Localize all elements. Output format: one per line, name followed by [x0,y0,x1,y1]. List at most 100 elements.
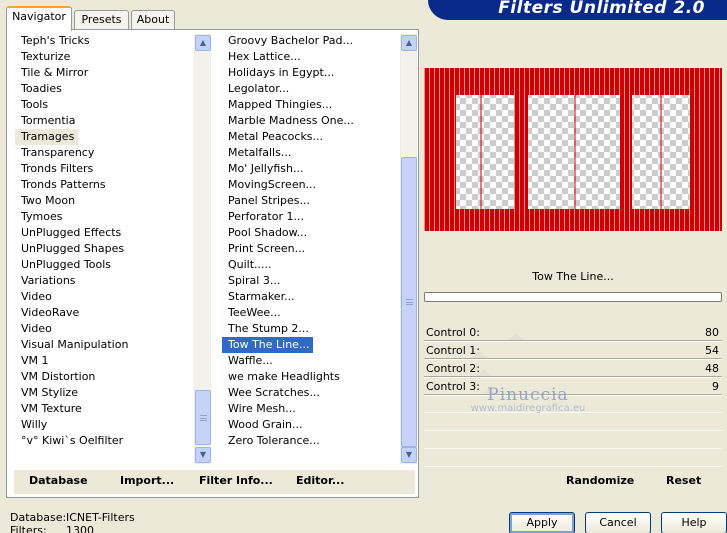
control-slider-1[interactable]: Control 1: 54 [424,342,722,360]
filter-list-item[interactable]: Tow The Line... [222,336,315,354]
filter-list-item[interactable]: Groovy Bachelor Pad... [222,33,417,49]
preview-stripe-line [694,68,695,231]
randomize-button[interactable]: Randomize [566,474,634,487]
preview-stripe-line [719,68,720,231]
category-list-item[interactable]: VM Texture [15,401,210,417]
filter-list-item[interactable]: Metalfalls... [222,145,417,161]
database-button[interactable]: Database [29,474,88,487]
filter-list-item[interactable]: TeeWee... [222,305,417,321]
category-list-item[interactable]: Tormentia [15,113,210,129]
category-list-item[interactable]: Transparency [15,145,210,161]
filter-scrollbar[interactable]: ▲ ▼ [400,34,417,464]
control-value: 80 [705,326,719,339]
apply-button[interactable]: Apply [509,512,575,533]
filter-list-item[interactable]: Mo' Jellyfish... [222,161,417,177]
category-list-item[interactable]: Tronds Filters [15,161,210,177]
filter-list-item[interactable]: Starmaker... [222,289,417,305]
filter-list-item[interactable]: Perforator 1... [222,209,417,225]
category-list[interactable]: Teph's Tricks Texturize Tile & Mirror Toadi… [15,33,210,469]
preview-divider [480,95,482,209]
grip-icon [200,414,207,421]
category-list-item[interactable]: UnPlugged Tools [15,257,210,273]
filter-list-item[interactable]: Wee Scratches... [222,385,417,401]
control-slider-0[interactable]: Control 0: 80 [424,324,722,342]
filter-list-item[interactable]: The Stump 2... [222,321,417,337]
filter-list-item[interactable]: Zero Tolerance... [222,433,417,449]
tab-about[interactable]: About [131,10,175,30]
filter-list-item[interactable]: Mapped Thingies... [222,97,417,113]
filter-list-item[interactable]: Holidays in Egypt... [222,65,417,81]
reset-button[interactable]: Reset [666,474,701,487]
category-list-item[interactable]: Texturize [15,49,210,65]
category-scrollbar[interactable]: ▲ ▼ [194,34,211,464]
scroll-up-icon[interactable]: ▲ [401,35,417,51]
category-list-item[interactable]: Tymoes [15,209,210,225]
category-list-item[interactable]: Video [15,321,210,337]
preview-stripe-line [449,68,450,231]
control-label: Control 0: [426,326,480,339]
editor-button[interactable]: Editor... [296,474,344,487]
category-list-item[interactable]: Toadies [15,81,210,97]
filter-list[interactable]: Groovy Bachelor Pad... Hex Lattice... Holi… [222,33,417,469]
preview-transparent-panel [456,95,514,209]
category-list-item[interactable]: Tools [15,97,210,113]
category-list-item[interactable]: Tramages [15,129,79,145]
filter-list-item[interactable]: Wood Grain... [222,417,417,433]
empty-control-row [424,414,722,431]
scroll-thumb[interactable] [195,390,211,445]
category-list-item[interactable]: °v° Kiwi`s Oelfilter [15,433,210,449]
slider-thumb-icon[interactable] [472,351,488,358]
category-list-item[interactable]: VM Distortion [15,369,210,385]
filter-list-item[interactable]: we make Headlights [222,369,417,385]
tab-presets[interactable]: Presets [74,10,129,30]
category-list-item[interactable]: Tronds Patterns [15,177,210,193]
category-list-item[interactable]: Video [15,289,210,305]
progress-bar [424,292,722,302]
filter-list-item[interactable]: Wire Mesh... [222,401,417,417]
filter-list-item[interactable]: Panel Stripes... [222,193,417,209]
category-list-item[interactable]: VideoRave [15,305,210,321]
filter-list-item[interactable]: Spiral 3... [222,273,417,289]
control-value: 9 [712,380,719,393]
filter-list-item[interactable]: Metal Peacocks... [222,129,417,145]
scroll-down-icon[interactable]: ▼ [401,447,417,463]
scroll-down-icon[interactable]: ▼ [195,447,211,463]
category-list-item[interactable]: Teph's Tricks [15,33,210,49]
filter-list-item[interactable]: Waffle... [222,353,417,369]
filter-list-item[interactable]: Quilt..... [222,257,417,273]
filter-list-item[interactable]: Legolator... [222,81,417,97]
category-list-item[interactable]: Variations [15,273,210,289]
category-list-item[interactable]: UnPlugged Shapes [15,241,210,257]
preview-stripe-line [714,68,715,231]
control-label: Control 2: [426,362,480,375]
slider-thumb-icon[interactable] [508,333,524,340]
category-list-item[interactable]: Two Moon [15,193,210,209]
scroll-up-icon[interactable]: ▲ [195,35,211,51]
filter-info-button[interactable]: Filter Info... [199,474,273,487]
category-list-item[interactable]: VM 1 [15,353,210,369]
slider-thumb-icon[interactable] [476,369,492,376]
scroll-thumb[interactable] [401,157,417,447]
database-label: Database: [10,511,67,524]
cancel-button[interactable]: Cancel [585,512,651,533]
tab-navigator[interactable]: Navigator [6,6,72,31]
import-button[interactable]: Import... [120,474,174,487]
category-list-item[interactable]: UnPlugged Effects [15,225,210,241]
category-list-item[interactable]: Willy [15,417,210,433]
category-list-item[interactable]: Tile & Mirror [15,65,210,81]
preview-stripe-line [709,68,710,231]
preview-divider [574,95,576,209]
preview-image [424,68,722,231]
category-list-item[interactable]: Visual Manipulation [15,337,210,353]
control-value: 54 [705,344,719,357]
filter-list-item[interactable]: Print Screen... [222,241,417,257]
filter-title: Tow The Line... [532,270,614,283]
filter-list-item[interactable]: Hex Lattice... [222,49,417,65]
control-slider-2[interactable]: Control 2: 48 [424,360,722,378]
category-list-item[interactable]: VM Stylize [15,385,210,401]
help-button[interactable]: Help [661,512,727,533]
filter-list-item[interactable]: Marble Madness One... [222,113,417,129]
navigator-panel: Teph's Tricks Texturize Tile & Mirror Toadi… [6,29,419,498]
filter-list-item[interactable]: Pool Shadow... [222,225,417,241]
filter-list-item[interactable]: MovingScreen... [222,177,417,193]
